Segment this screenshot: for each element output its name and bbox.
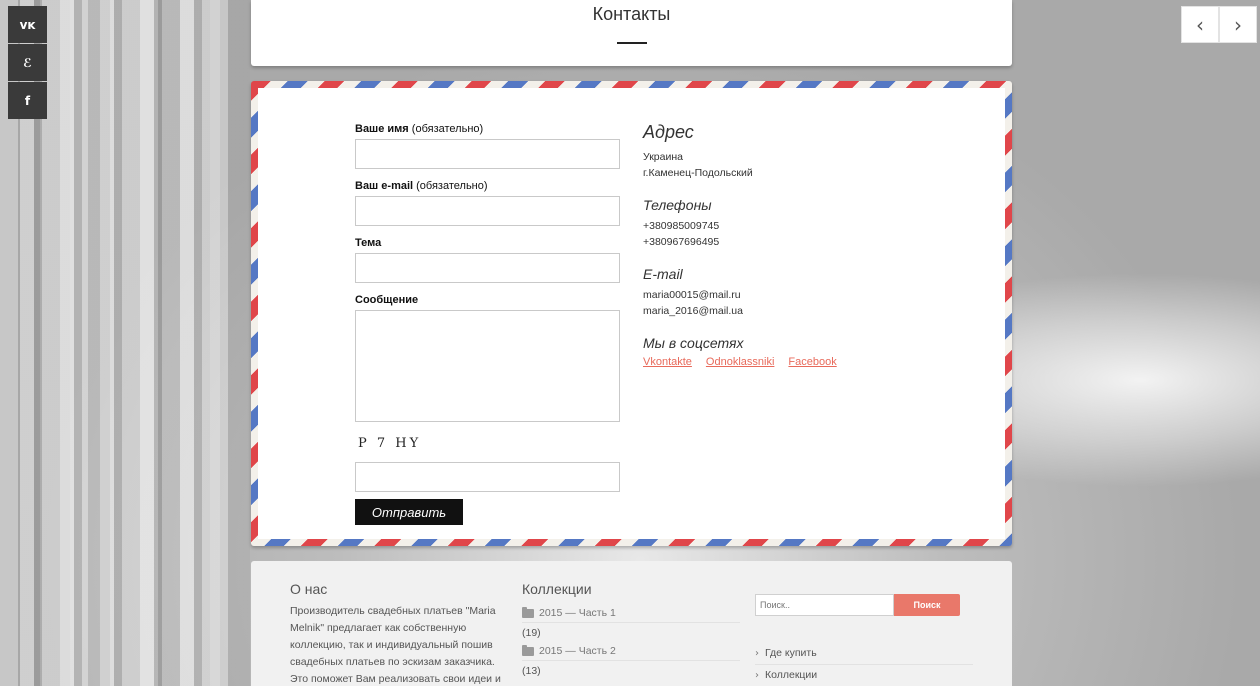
collection-name[interactable]: 2015 — Часть 1: [539, 607, 616, 619]
contact-form: Ваше имя (обязательно) Ваш e-mail (обяза…: [355, 123, 620, 525]
envelope-content: Ваше имя (обязательно) Ваш e-mail (обяза…: [258, 88, 1005, 539]
footer-link-where-to-buy[interactable]: › Где купить: [755, 643, 973, 665]
footer-search: Поиск › Где купить › Коллекции: [755, 594, 973, 686]
footer-links: › Где купить › Коллекции: [755, 643, 973, 686]
name-field[interactable]: [355, 139, 620, 169]
email-label: Ваш e-mail (обязательно): [355, 180, 488, 192]
odnoklassniki-link[interactable]: Odnoklassniki: [706, 356, 774, 368]
facebook-icon[interactable]: f: [8, 82, 47, 119]
chevron-right-icon: ›: [755, 669, 759, 681]
search-button[interactable]: Поиск: [894, 594, 960, 616]
message-field[interactable]: [355, 310, 620, 422]
address-line: г.Каменец-Подольский: [643, 167, 753, 179]
email-heading: E-mail: [643, 266, 683, 282]
chevron-right-icon[interactable]: ›: [1219, 6, 1257, 43]
vk-icon[interactable]: ᴠᴋ: [8, 6, 47, 43]
subject-label: Тема: [355, 237, 382, 249]
email-address: maria_2016@mail.ua: [643, 305, 743, 317]
footer-link-label: Коллекции: [765, 669, 818, 681]
address-heading: Адрес: [643, 122, 694, 142]
submit-button[interactable]: Отправить: [355, 499, 463, 525]
chevron-left-icon[interactable]: ‹: [1181, 6, 1219, 43]
footer-link-collections[interactable]: › Коллекции: [755, 665, 973, 686]
footer-link-label: Где купить: [765, 647, 817, 659]
subject-field[interactable]: [355, 253, 620, 283]
folder-icon: [522, 644, 534, 656]
address-block: Адрес Украина г.Каменец-Подольский: [643, 122, 943, 181]
search-input[interactable]: [755, 594, 894, 616]
captcha-field[interactable]: [355, 462, 620, 492]
facebook-link[interactable]: Facebook: [788, 356, 836, 368]
page-header: Контакты: [251, 0, 1012, 66]
social-heading: Мы в соцсетях: [643, 335, 744, 351]
address-line: Украина: [643, 151, 683, 163]
message-label: Сообщение: [355, 294, 419, 306]
page-title: Контакты: [592, 4, 671, 24]
contact-envelope: Ваше имя (обязательно) Ваш e-mail (обяза…: [251, 81, 1012, 546]
footer-collections: Коллекции 2015 — Часть 1 (19) 2015 — Час…: [522, 581, 740, 679]
slider-nav: ‹ ›: [1181, 6, 1257, 43]
phones-block: Телефоны +380985009745 +380967696495: [643, 197, 943, 250]
email-field[interactable]: [355, 196, 620, 226]
email-block: E-mail maria00015@mail.ru maria_2016@mai…: [643, 266, 943, 319]
name-label: Ваше имя (обязательно): [355, 123, 484, 135]
about-heading: О нас: [290, 581, 328, 597]
collections-heading: Коллекции: [522, 581, 592, 597]
phone-number: +380967696495: [643, 236, 720, 248]
search-bar: Поиск: [755, 594, 973, 616]
about-text: Производитель свадебных платьев "Maria M…: [290, 605, 501, 685]
chevron-right-icon: ›: [755, 647, 759, 659]
footer-about: О нас Производитель свадебных платьев "M…: [290, 581, 505, 686]
footer: О нас Производитель свадебных платьев "M…: [251, 561, 1012, 686]
phones-heading: Телефоны: [643, 197, 712, 213]
folder-icon: [522, 606, 534, 618]
list-item[interactable]: 2015 — Часть 2 (13): [522, 641, 740, 679]
vkontakte-link[interactable]: Vkontakte: [643, 356, 692, 368]
collection-name[interactable]: 2015 — Часть 2: [539, 645, 616, 657]
collection-count: (19): [522, 627, 541, 639]
email-address: maria00015@mail.ru: [643, 289, 741, 301]
collection-count: (13): [522, 665, 541, 677]
social-block: Мы в соцсетях Vkontakte Odnoklassniki Fa…: [643, 335, 943, 368]
social-links: Vkontakte Odnoklassniki Facebook: [643, 356, 943, 368]
odnoklassniki-icon[interactable]: ℰ: [8, 44, 47, 81]
background-column: [20, 0, 220, 686]
title-divider: [616, 42, 647, 44]
list-item[interactable]: 2015 — Часть 1 (19): [522, 603, 740, 641]
contact-info: Адрес Украина г.Каменец-Подольский Телеф…: [643, 122, 943, 384]
social-sidebar: ᴠᴋ ℰ f: [8, 6, 47, 120]
phone-number: +380985009745: [643, 220, 720, 232]
captcha-image: P 7 HY: [358, 436, 422, 451]
